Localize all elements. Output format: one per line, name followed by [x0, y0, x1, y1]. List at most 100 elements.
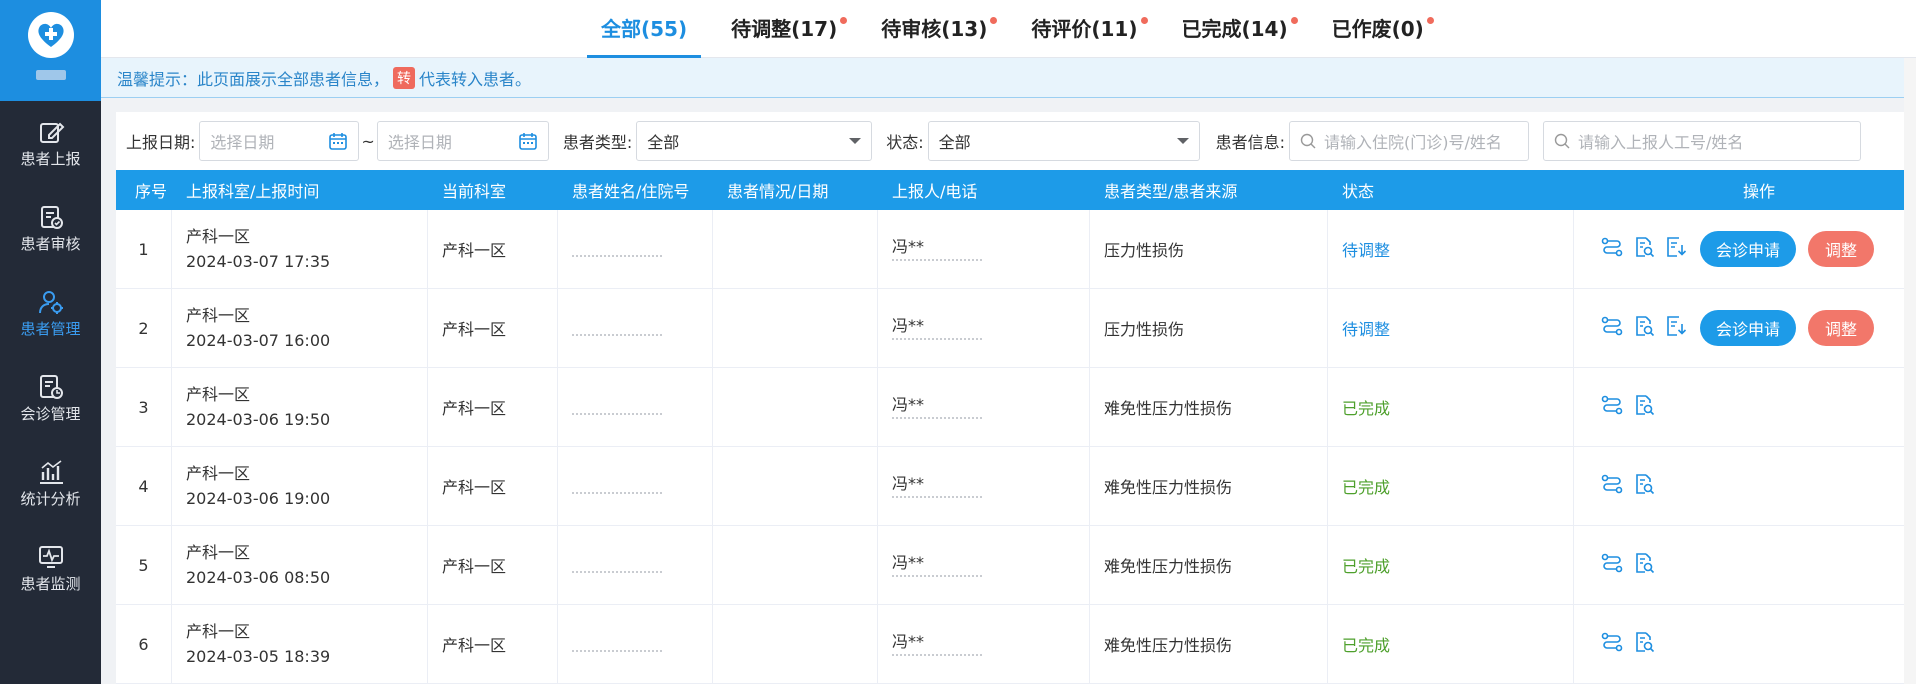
- sidebar-item-4[interactable]: 统计分析: [0, 441, 101, 526]
- doc-search-icon[interactable]: [1632, 393, 1656, 421]
- tab-0[interactable]: 全部(55): [587, 0, 702, 58]
- doc-search-icon[interactable]: [1632, 235, 1656, 263]
- sidebar-item-label: 患者审核: [20, 235, 81, 253]
- tab-label: 待评价(11): [1031, 17, 1138, 41]
- row-number: 3: [116, 368, 172, 446]
- avatar[interactable]: [35, 70, 66, 80]
- notification-dot: [1426, 17, 1434, 24]
- col-header: 状态: [1342, 182, 1375, 201]
- doc-search-icon[interactable]: [1632, 472, 1656, 500]
- report-time: 2024-03-07 16:00: [186, 331, 331, 350]
- sidebar-item-2[interactable]: 患者管理: [0, 271, 101, 356]
- patient-type: 压力性损伤: [1090, 210, 1328, 288]
- current-dept: 产科一区: [428, 289, 558, 367]
- sidebar-item-label: 统计分析: [20, 490, 81, 508]
- col-header: 患者情况/日期: [727, 182, 829, 201]
- tab-label: 已完成(14): [1181, 17, 1288, 41]
- row-number: 6: [116, 605, 172, 683]
- patient-type-select[interactable]: 全部: [636, 121, 873, 161]
- status-badge: 已完成: [1328, 605, 1574, 683]
- reporter-phone: 冯**: [878, 210, 1090, 288]
- report-time: 2024-03-06 08:50: [186, 568, 331, 587]
- flow-icon[interactable]: [1600, 551, 1624, 579]
- reporter-phone: 冯**: [878, 289, 1090, 367]
- report-dept-time: 产科一区 2024-03-07 17:35: [172, 210, 428, 288]
- masked-patient-info: [572, 255, 662, 261]
- patient-condition: [713, 605, 878, 683]
- search-icon: [1300, 133, 1316, 153]
- tab-1[interactable]: 待调整(17): [717, 0, 851, 58]
- table-row: 6 产科一区 2024-03-05 18:39 产科一区 冯** 难免性压力性损伤 已完成: [116, 605, 1904, 684]
- report-dept-time: 产科一区 2024-03-06 19:00: [172, 447, 428, 525]
- sidebar-item-5[interactable]: 患者监测: [0, 526, 101, 611]
- patient-type: 难免性压力性损伤: [1090, 605, 1328, 683]
- patient-type: 难免性压力性损伤: [1090, 368, 1328, 446]
- sidebar: 患者上报患者审核患者管理 会诊管理统计分析患者监测: [0, 0, 101, 684]
- doc-search-icon[interactable]: [1632, 630, 1656, 658]
- reporter-name: 冯**: [892, 473, 925, 493]
- tab-label: 全部(55): [601, 17, 688, 41]
- col-header: 上报人/电话: [892, 182, 978, 201]
- reporter-phone: 冯**: [878, 526, 1090, 604]
- consult-request-button[interactable]: 会诊申请: [1700, 231, 1797, 267]
- report-dept: 产科一区: [186, 543, 251, 562]
- report-dept-time: 产科一区 2024-03-05 18:39: [172, 605, 428, 683]
- chevron-down-icon: [849, 138, 862, 144]
- flow-icon[interactable]: [1600, 472, 1624, 500]
- reporter-search-input[interactable]: 请输入上报人工号/姓名: [1543, 121, 1862, 161]
- notification-dot: [1290, 17, 1298, 24]
- logo-area: [0, 0, 101, 101]
- flow-icon[interactable]: [1600, 393, 1624, 421]
- row-actions: [1574, 526, 1904, 604]
- flow-icon[interactable]: [1600, 235, 1624, 263]
- doc-search-icon[interactable]: [1632, 314, 1656, 342]
- sidebar-item-3[interactable]: 会诊管理: [0, 356, 101, 441]
- adjust-button[interactable]: 调整: [1808, 310, 1875, 346]
- doc-search-icon[interactable]: [1632, 551, 1656, 579]
- row-number: 5: [116, 526, 172, 604]
- report-dept-time: 产科一区 2024-03-06 08:50: [172, 526, 428, 604]
- flow-icon[interactable]: [1600, 630, 1624, 658]
- tip-banner: 温馨提示：此页面展示全部患者信息， 转 代表转入患者。: [101, 58, 1916, 98]
- reporter-name: 冯**: [892, 552, 925, 572]
- status-badge: 已完成: [1328, 526, 1574, 604]
- col-header: 操作: [1742, 182, 1775, 201]
- patient-search-input[interactable]: 请输入住院(门诊)号/姓名: [1289, 121, 1530, 161]
- table-header: 序号 上报科室/上报时间 当前科室 患者姓名/住院号 患者情况/日期 上报人/电…: [116, 170, 1904, 210]
- tab-2[interactable]: 待审核(13): [867, 0, 1001, 58]
- status-badge: 已完成: [1328, 368, 1574, 446]
- row-actions: [1574, 447, 1904, 525]
- tab-4[interactable]: 已完成(14): [1168, 0, 1302, 58]
- doc-download-icon[interactable]: [1664, 314, 1688, 342]
- current-dept: 产科一区: [428, 605, 558, 683]
- sidebar-item-1[interactable]: 患者审核: [0, 186, 101, 271]
- notification-dot: [1140, 17, 1148, 24]
- col-header: 当前科室: [442, 182, 507, 201]
- clipboard-check-icon: [37, 203, 65, 233]
- row-number: 1: [116, 210, 172, 288]
- report-dept-time: 产科一区 2024-03-06 19:50: [172, 368, 428, 446]
- masked-patient-info: [572, 413, 662, 419]
- col-header: 患者类型/患者来源: [1104, 182, 1238, 201]
- sidebar-item-label: 患者监测: [20, 575, 81, 593]
- consult-request-button[interactable]: 会诊申请: [1700, 310, 1797, 346]
- status-badge: 待调整: [1328, 210, 1574, 288]
- date-end-input[interactable]: 选择日期: [376, 121, 549, 161]
- adjust-button[interactable]: 调整: [1808, 231, 1875, 267]
- patient-table: 序号 上报科室/上报时间 当前科室 患者姓名/住院号 患者情况/日期 上报人/电…: [116, 170, 1904, 684]
- report-time: 2024-03-06 19:50: [186, 410, 331, 429]
- consult-clock-icon: [37, 373, 65, 403]
- doc-download-icon[interactable]: [1664, 235, 1688, 263]
- transfer-badge: 转: [393, 66, 416, 89]
- table-row: 3 产科一区 2024-03-06 19:50 产科一区 冯** 难免性压力性损伤 已完成: [116, 368, 1904, 447]
- scrollbar[interactable]: [1904, 58, 1916, 684]
- date-start-input[interactable]: 选择日期: [199, 121, 360, 161]
- tab-5[interactable]: 已作废(0): [1318, 0, 1438, 58]
- sidebar-item-0[interactable]: 患者上报: [0, 101, 101, 186]
- row-actions: 会诊申请 调整: [1574, 210, 1904, 288]
- tab-3[interactable]: 待评价(11): [1017, 0, 1151, 58]
- status-select[interactable]: 全部: [927, 121, 1200, 161]
- masked-phone: [892, 337, 982, 344]
- col-header: 序号: [134, 182, 167, 201]
- flow-icon[interactable]: [1600, 314, 1624, 342]
